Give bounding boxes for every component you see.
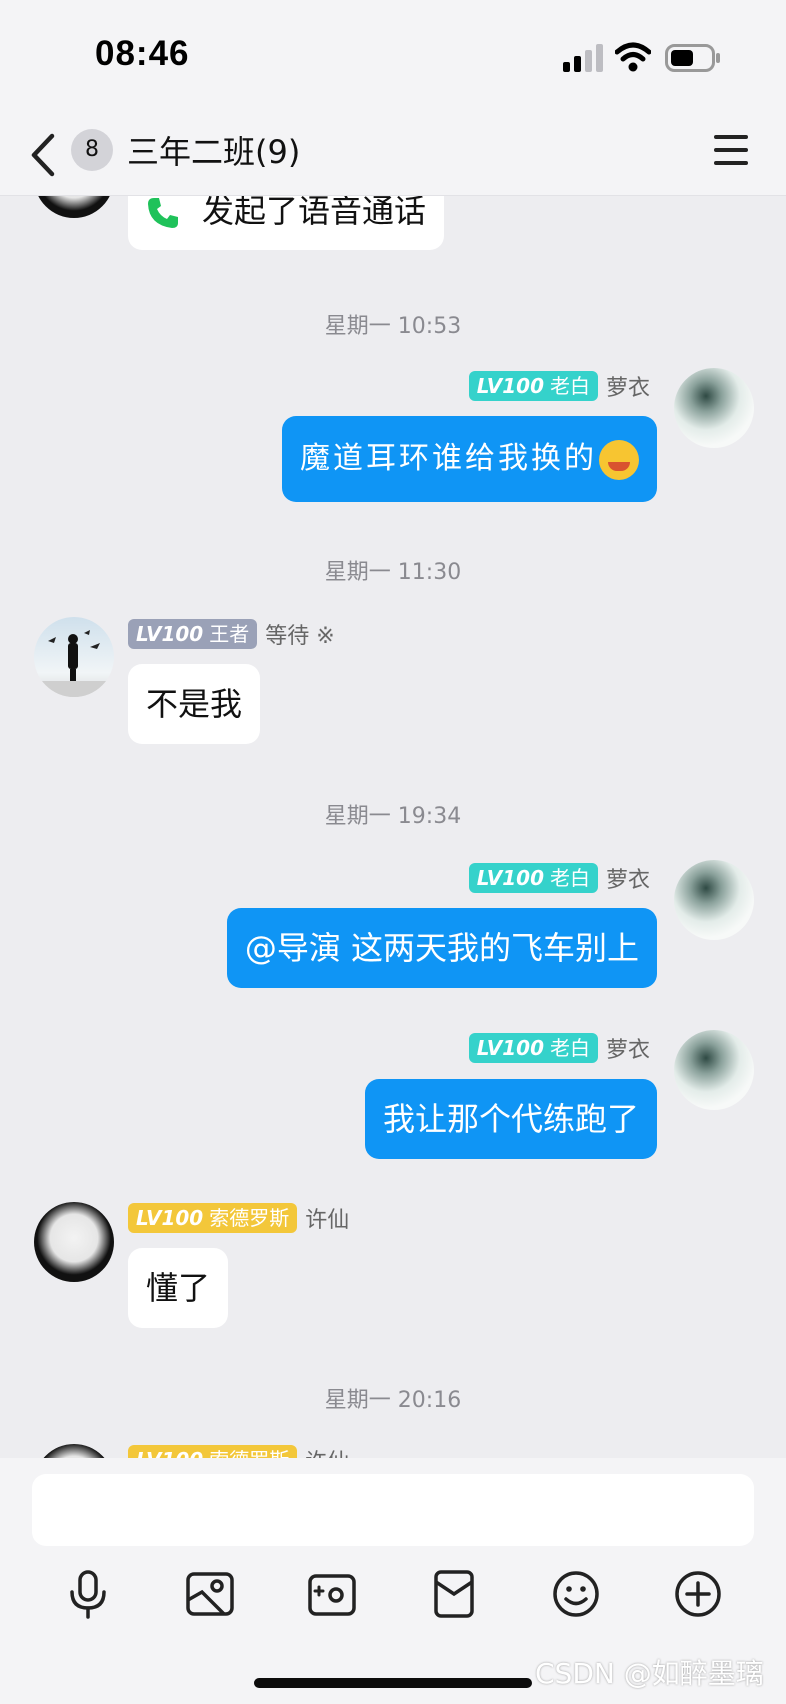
chat-header: [0, 112, 786, 196]
watermark: CSDN @如醉墨璃: [535, 1657, 764, 1690]
avatar[interactable]: [674, 1030, 754, 1110]
message-text: 我让那个代练跑了: [382, 1100, 639, 1138]
timestamp: 星期一 10:53: [324, 314, 462, 339]
sender-nick: 等待 ※: [265, 624, 335, 649]
message-bubble[interactable]: 魔道耳环谁给我换的: [282, 416, 657, 502]
battery-icon: [665, 44, 720, 72]
level-badge: LV100 王者: [128, 619, 258, 649]
laughing-emoji-icon: [599, 440, 639, 480]
unread-count-badge[interactable]: 8: [71, 129, 113, 171]
status-bar: 08:46: [0, 0, 786, 112]
message-text: 不是我: [146, 685, 243, 723]
back-arrow-icon[interactable]: [26, 132, 62, 178]
sender-info: LV100索德罗斯许仙: [128, 1444, 357, 1458]
message-feed[interactable]: 发起了语音通话 星期一 10:53 LV100 老白 萝衣 魔道耳环谁给我换的 星期…: [0, 196, 786, 1458]
avatar[interactable]: [674, 368, 754, 448]
voice-call-text: 发起了语音通话: [202, 196, 427, 230]
image-icon[interactable]: [184, 1568, 236, 1620]
camera-icon[interactable]: [306, 1568, 358, 1620]
input-bar: CSDN @如醉墨璃: [0, 1458, 786, 1704]
sender-nick: 萝衣: [605, 376, 650, 401]
emoji-icon[interactable]: [550, 1568, 602, 1620]
sender-info: LV100索德罗斯许仙: [128, 1202, 357, 1233]
group-title[interactable]: 三年二班(9): [127, 127, 300, 173]
red-packet-icon[interactable]: [428, 1568, 480, 1620]
message-bubble[interactable]: 懂了: [128, 1248, 229, 1328]
sender-info: LV100 老白 萝衣: [468, 1032, 658, 1063]
message-bubble[interactable]: 我让那个代练跑了: [364, 1079, 657, 1159]
wifi-icon: [615, 42, 651, 72]
message-text: @导演 这两天我的飞车别上: [244, 929, 639, 967]
message-bubble[interactable]: @导演 这两天我的飞车别上: [226, 908, 657, 988]
sender-nick: 萝衣: [605, 868, 650, 893]
avatar[interactable]: [34, 617, 114, 697]
level-badge: LV100 老白: [468, 1033, 598, 1063]
status-time: 08:46: [95, 34, 190, 73]
menu-icon[interactable]: [714, 135, 748, 167]
level-badge: LV100索德罗斯: [128, 1445, 298, 1458]
voice-call-notice[interactable]: 发起了语音通话: [128, 196, 445, 250]
avatar-figure-icon: [34, 630, 114, 697]
sender-info: LV100 老白 萝衣: [468, 862, 658, 893]
sender-nick: 许仙: [305, 1444, 349, 1458]
message-text: 魔道耳环谁给我换的: [300, 441, 597, 476]
phone-icon: [148, 198, 178, 228]
microphone-icon[interactable]: [62, 1568, 114, 1620]
sender-info: LV100 老白 萝衣: [468, 370, 658, 401]
cellular-signal-icon: [563, 44, 603, 72]
timestamp: 星期一 19:34: [324, 804, 462, 829]
sender-nick: 萝衣: [605, 1038, 650, 1063]
home-indicator: [254, 1678, 532, 1688]
avatar[interactable]: [34, 196, 114, 218]
timestamp: 星期一 11:30: [324, 560, 462, 585]
level-badge: LV100 老白: [468, 371, 598, 401]
plus-icon[interactable]: [672, 1568, 724, 1620]
timestamp: 星期一 20:16: [324, 1388, 462, 1413]
message-input[interactable]: [32, 1474, 754, 1546]
level-badge: LV100 老白: [468, 863, 598, 893]
message-bubble[interactable]: 不是我: [128, 664, 261, 744]
level-badge: LV100索德罗斯: [128, 1203, 298, 1233]
avatar[interactable]: [34, 1444, 114, 1458]
avatar[interactable]: [34, 1202, 114, 1282]
avatar[interactable]: [674, 860, 754, 940]
sender-nick: 许仙: [305, 1208, 350, 1233]
message-text: 懂了: [146, 1269, 211, 1307]
sender-info: LV100 王者 等待 ※: [128, 618, 343, 649]
